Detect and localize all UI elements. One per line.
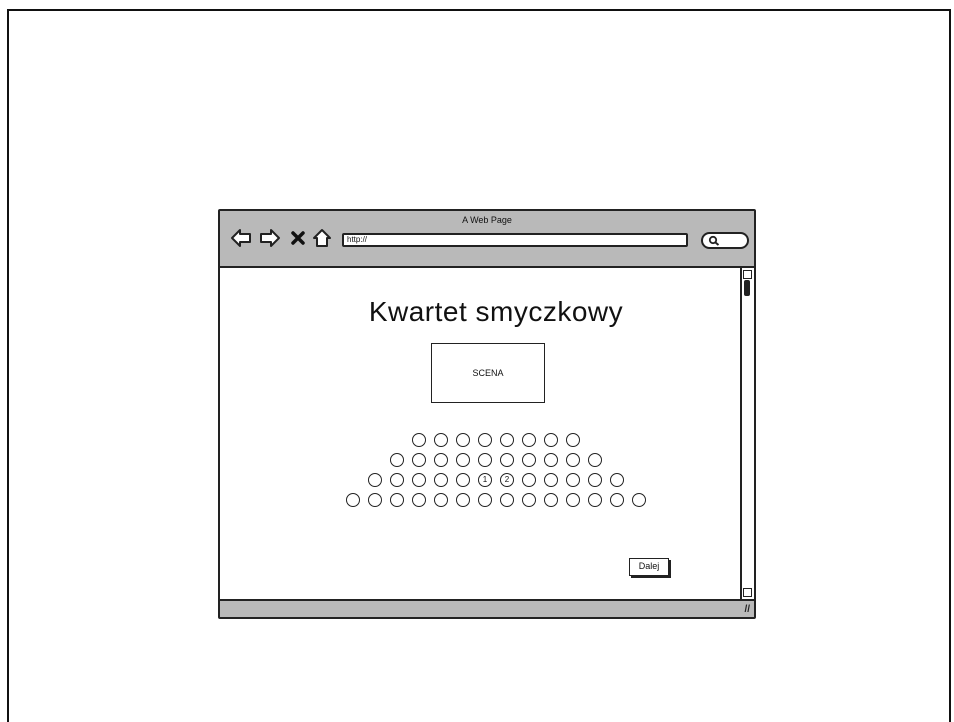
- seat[interactable]: [390, 453, 404, 467]
- seat[interactable]: [434, 493, 448, 507]
- seat[interactable]: [522, 453, 536, 467]
- browser-window: A Web Page http:// Kwartet smyczkowy SCE…: [218, 209, 756, 619]
- forward-arrow-icon[interactable]: [259, 228, 280, 248]
- seat[interactable]: [412, 433, 426, 447]
- seat[interactable]: [390, 493, 404, 507]
- seat[interactable]: [610, 473, 624, 487]
- seat[interactable]: [456, 453, 470, 467]
- resize-handle-icon[interactable]: //: [744, 604, 750, 615]
- scroll-thumb[interactable]: [744, 280, 750, 296]
- seat[interactable]: [368, 493, 382, 507]
- browser-toolbar: A Web Page http://: [220, 211, 754, 268]
- seat[interactable]: [566, 433, 580, 447]
- seat[interactable]: [478, 493, 492, 507]
- seat[interactable]: [544, 453, 558, 467]
- scroll-up-arrow-icon[interactable]: [743, 270, 752, 279]
- stage-label: SCENA: [472, 368, 504, 378]
- seat[interactable]: [610, 493, 624, 507]
- seat[interactable]: [588, 473, 602, 487]
- seat[interactable]: [588, 453, 602, 467]
- stop-x-icon[interactable]: [290, 228, 306, 248]
- seat[interactable]: [478, 453, 492, 467]
- seat[interactable]: [588, 493, 602, 507]
- scroll-down-arrow-icon[interactable]: [743, 588, 752, 597]
- seat[interactable]: [412, 493, 426, 507]
- seat[interactable]: [500, 453, 514, 467]
- seat[interactable]: [522, 493, 536, 507]
- seat-selected[interactable]: 1: [478, 473, 492, 487]
- seat[interactable]: [412, 473, 426, 487]
- seat[interactable]: [522, 433, 536, 447]
- seat[interactable]: [434, 433, 448, 447]
- seat[interactable]: [478, 433, 492, 447]
- status-bar: //: [220, 599, 754, 617]
- seat[interactable]: [566, 453, 580, 467]
- seat[interactable]: [346, 493, 360, 507]
- window-title: A Web Page: [462, 215, 512, 225]
- seat[interactable]: [434, 453, 448, 467]
- seat[interactable]: [390, 473, 404, 487]
- seat[interactable]: [544, 493, 558, 507]
- seat[interactable]: [434, 473, 448, 487]
- page-content: Kwartet smyczkowy SCENA 12 Dalej: [220, 268, 742, 599]
- vertical-scrollbar[interactable]: [740, 268, 754, 599]
- seat[interactable]: [566, 493, 580, 507]
- seat[interactable]: [500, 433, 514, 447]
- seat-selected[interactable]: 2: [500, 473, 514, 487]
- search-icon: [708, 235, 720, 246]
- seat[interactable]: [544, 473, 558, 487]
- seat[interactable]: [456, 473, 470, 487]
- seat[interactable]: [500, 493, 514, 507]
- seat[interactable]: [456, 433, 470, 447]
- seat[interactable]: [368, 473, 382, 487]
- seat[interactable]: [544, 433, 558, 447]
- seat[interactable]: [632, 493, 646, 507]
- next-button[interactable]: Dalej: [629, 558, 669, 576]
- seat[interactable]: [412, 453, 426, 467]
- stage-box: SCENA: [431, 343, 545, 403]
- back-arrow-icon[interactable]: [230, 228, 251, 248]
- page-title: Kwartet smyczkowy: [368, 296, 624, 327]
- seat[interactable]: [566, 473, 580, 487]
- seat[interactable]: [522, 473, 536, 487]
- seat[interactable]: [456, 493, 470, 507]
- home-icon[interactable]: [312, 228, 332, 248]
- url-input[interactable]: http://: [342, 233, 688, 247]
- search-button[interactable]: [701, 232, 749, 249]
